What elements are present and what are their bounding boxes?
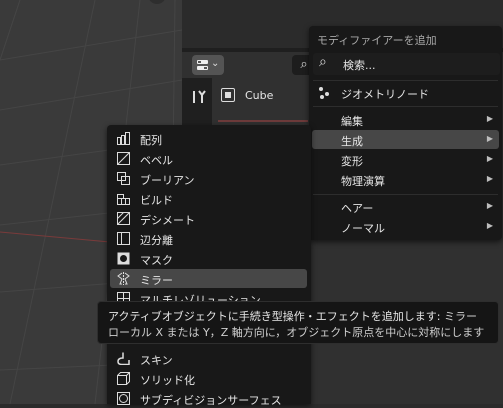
menu-item-physics[interactable]: 物理演算 ▶	[312, 170, 499, 189]
submenu-item-decimate[interactable]: デシメート	[110, 209, 307, 228]
submenu-arrow-icon: ▶	[486, 201, 493, 210]
generate-submenu: 配列 ベベル ブーリアン ビルド デシメート 辺分離 マスク ミラー スキン ソ…	[107, 125, 311, 407]
submenu-item-label: 配列	[140, 134, 162, 147]
submenu-item-bevel[interactable]: ベベル	[110, 149, 307, 168]
tooltip-line-1: アクティブオブジェクトに手続き型操作・エフェクトを追加します: ミラー	[108, 308, 477, 324]
menu-item-label: ジオメトリノード	[341, 88, 429, 101]
mask-icon	[117, 252, 130, 265]
submenu-item-label: ブーリアン	[140, 174, 195, 187]
menu-item-deform[interactable]: 変形 ▶	[312, 150, 499, 169]
submenu-item-label: デシメート	[140, 214, 195, 227]
menu-item-normals[interactable]: ノーマル ▶	[312, 217, 499, 236]
mirror-icon	[117, 272, 130, 285]
menu-separator	[313, 106, 498, 107]
wrench-icon[interactable]	[190, 88, 208, 106]
submenu-item-label: ビルド	[140, 194, 173, 207]
submenu-item-label: 辺分離	[140, 234, 173, 247]
submenu-item-label: スキン	[140, 354, 173, 367]
submenu-item-mirror[interactable]: ミラー	[110, 269, 307, 288]
menu-item-label: 編集	[341, 115, 363, 128]
subsurf-icon	[117, 392, 130, 405]
submenu-item-subdivision-surface[interactable]: サブディビジョンサーフェス	[110, 389, 307, 408]
menu-separator	[313, 194, 498, 195]
menu-separator	[313, 80, 498, 81]
skin-icon	[117, 352, 130, 365]
menu-search[interactable]: ⌕ 検索...	[313, 53, 500, 75]
chevron-down-icon: ⌄	[211, 58, 220, 69]
menu-item-label: ノーマル	[341, 222, 385, 235]
submenu-item-label: ベベル	[140, 154, 173, 167]
submenu-item-label: サブディビジョンサーフェス	[140, 394, 282, 407]
menu-item-label: 変形	[341, 155, 363, 168]
add-modifier-menu: モディファイアーを追加 ⌕ 検索... ジオメトリノード 編集 ▶ 生成 ▶ 変…	[309, 26, 502, 240]
submenu-item-label: ミラー	[140, 274, 173, 287]
decimate-icon	[117, 212, 130, 225]
modifier-panel-edge	[218, 120, 308, 122]
tooltip: アクティブオブジェクトに手続き型操作・エフェクトを追加します: ミラー ローカル…	[97, 301, 499, 344]
submenu-item-solidify[interactable]: ソリッド化	[110, 369, 307, 388]
solidify-icon	[117, 372, 130, 385]
boolean-icon	[117, 172, 130, 185]
properties-editor-icon	[197, 60, 208, 70]
submenu-item-array[interactable]: 配列	[110, 129, 307, 148]
menu-item-generate[interactable]: 生成 ▶	[312, 130, 499, 149]
submenu-arrow-icon: ▶	[486, 221, 493, 230]
menu-item-label: 生成	[341, 135, 363, 148]
menu-search-label: 検索...	[343, 59, 376, 72]
geometry-nodes-icon	[319, 87, 333, 99]
submenu-item-skin[interactable]: スキン	[110, 349, 307, 368]
submenu-arrow-icon: ▶	[486, 174, 493, 183]
search-icon: ⌕	[319, 54, 327, 70]
build-icon	[117, 194, 130, 205]
submenu-item-label: ソリッド化	[140, 374, 195, 387]
array-icon	[117, 132, 130, 145]
submenu-arrow-icon: ▶	[486, 114, 493, 123]
submenu-item-build[interactable]: ビルド	[110, 189, 307, 208]
tooltip-description: アクティブオブジェクトに手続き型操作・エフェクトを追加します:	[108, 310, 441, 323]
object-icon	[221, 88, 235, 102]
menu-title: モディファイアーを追加	[317, 34, 437, 47]
submenu-arrow-icon: ▶	[486, 134, 493, 143]
submenu-item-mask[interactable]: マスク	[110, 249, 307, 268]
menu-item-hair[interactable]: ヘアー ▶	[312, 197, 499, 216]
edge-split-icon	[117, 232, 130, 245]
bevel-icon	[117, 152, 130, 165]
tooltip-item-name: ミラー	[444, 310, 477, 323]
object-name: Cube	[245, 89, 274, 102]
submenu-item-boolean[interactable]: ブーリアン	[110, 169, 307, 188]
menu-item-label: 物理演算	[341, 175, 385, 188]
submenu-item-label: マスク	[140, 254, 173, 267]
tooltip-line-2: ローカル X または Y，Z 軸方向に，オブジェクト原点を中心に対称にします	[108, 326, 485, 339]
submenu-arrow-icon: ▶	[486, 154, 493, 163]
menu-item-edit[interactable]: 編集 ▶	[312, 110, 499, 129]
editor-type-dropdown[interactable]: ⌄	[192, 55, 224, 75]
menu-item-geometry-nodes[interactable]: ジオメトリノード	[312, 83, 499, 102]
menu-item-label: ヘアー	[341, 202, 374, 215]
submenu-item-edge-split[interactable]: 辺分離	[110, 229, 307, 248]
